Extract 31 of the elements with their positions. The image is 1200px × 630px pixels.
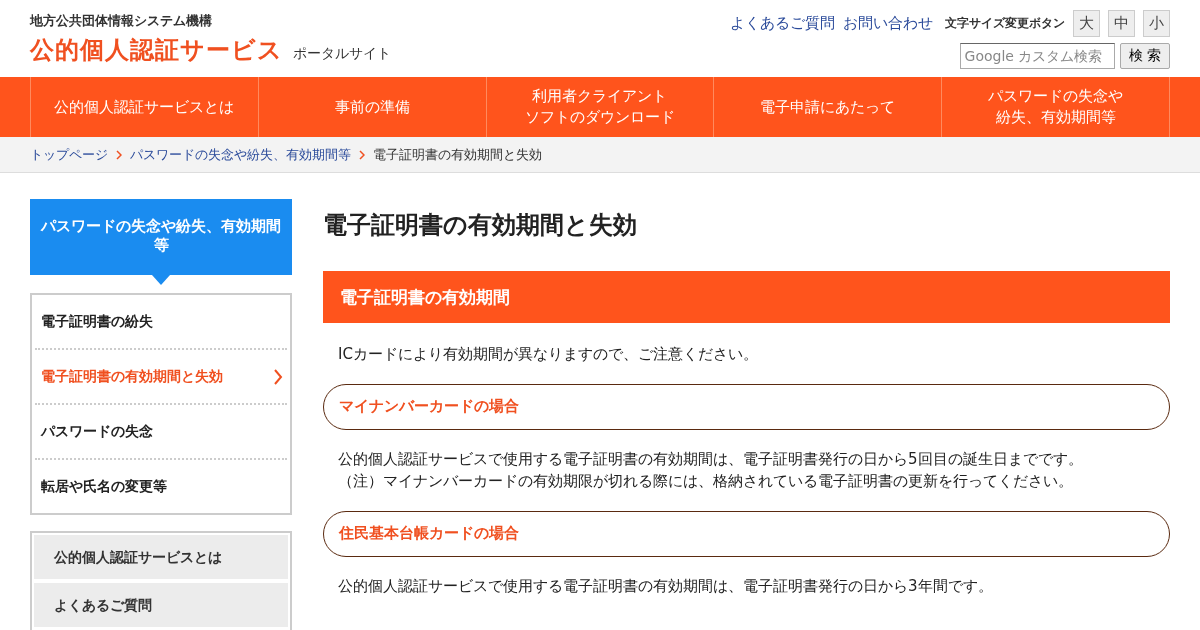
site-title[interactable]: 公的個人認証サービス bbox=[30, 34, 283, 66]
page-title: 電子証明書の有効期間と失効 bbox=[323, 210, 638, 241]
organization-name: 地方公共団体情報システム機構 bbox=[30, 12, 213, 30]
breadcrumb-link[interactable]: トップページ bbox=[30, 145, 108, 164]
sidebar-item[interactable]: 電子証明書の紛失 bbox=[35, 295, 287, 350]
paragraph: （注）マイナンバーカードの有効期限が切れる際には、格納されている電子証明書の更新を行ってください。 bbox=[337, 471, 1074, 492]
chevron-icon bbox=[273, 367, 283, 386]
paragraph: 公的個人認証サービスで使用する電子証明書の有効期間は、電子証明書発行の日から3年間です。 bbox=[337, 575, 994, 597]
sidebar-item[interactable]: 電子証明書の有効期間と失効 bbox=[35, 350, 287, 405]
site-subtitle: ポータルサイト bbox=[293, 45, 391, 63]
sidebar-item[interactable]: パスワードの失念 bbox=[35, 405, 287, 460]
section-heading: 電子証明書の有効期間 bbox=[323, 271, 1170, 323]
chevron-icon bbox=[359, 149, 365, 160]
intro-text: ICカードにより有効期間が異なりますので、ご注意ください。 bbox=[337, 344, 759, 365]
chevron-icon bbox=[116, 149, 122, 160]
menu-item[interactable]: よくあるご質問 bbox=[34, 583, 288, 627]
search-button[interactable]: 検 索 bbox=[1119, 43, 1170, 69]
header-link[interactable]: お問い合わせ bbox=[843, 14, 933, 33]
font-size-label: 文字サイズ変更ボタン bbox=[945, 15, 1065, 32]
sidebar-item[interactable]: 転居や氏名の変更等 bbox=[35, 460, 287, 513]
paragraph: 公的個人認証サービスで使用する電子証明書の有効期間は、電子証明書発行の日から5回目の誕生日までです。 bbox=[337, 448, 1084, 470]
breadcrumb-current: 電子証明書の有効期間と失効 bbox=[373, 145, 542, 164]
sidebar-heading: パスワードの失念や紛失、有効期間等 bbox=[30, 199, 292, 275]
search-field[interactable]: Google カスタム検索 bbox=[959, 43, 1115, 69]
font-size-button[interactable]: 大 bbox=[1073, 10, 1100, 37]
pointer-triangle bbox=[152, 275, 170, 285]
font-size-button[interactable]: 小 bbox=[1143, 10, 1170, 37]
header-link[interactable]: よくあるご質問 bbox=[730, 14, 835, 33]
font-size-button[interactable]: 中 bbox=[1108, 10, 1135, 37]
menu-item[interactable]: 公的個人認証サービスとは bbox=[34, 535, 288, 579]
breadcrumb-link[interactable]: パスワードの失念や紛失、有効期間等 bbox=[130, 145, 351, 164]
